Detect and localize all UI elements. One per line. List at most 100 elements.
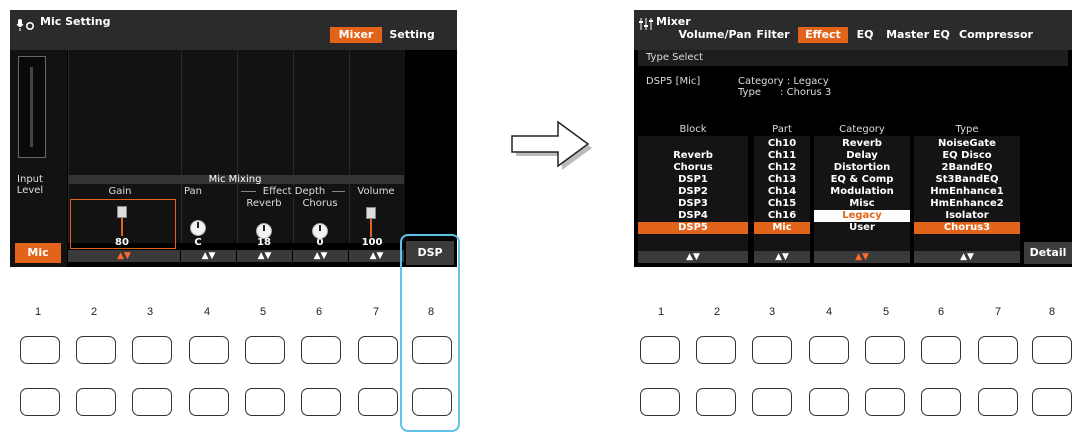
panel-number: 1 [34,306,42,318]
part-item[interactable]: Ch14 [754,186,810,198]
reverb-arrows[interactable]: ▲▼ [237,250,292,262]
mic-mixing-label: Mic Mixing [208,174,262,185]
part-item[interactable]: Ch13 [754,174,810,186]
type-item[interactable]: NoiseGate [914,138,1020,150]
category-item[interactable]: EQ & Comp [814,174,910,186]
hw-button-upper[interactable] [1032,336,1072,364]
hw-button-lower[interactable] [301,388,341,416]
category-item[interactable]: Modulation [814,186,910,198]
type-arrows[interactable]: ▲▼ [914,251,1020,263]
mic-button[interactable]: Mic [15,243,61,263]
hw-button-lower[interactable] [921,388,961,416]
block-list[interactable]: Reverb Chorus DSP1 DSP2 DSP3 DSP4 DSP5 [638,136,748,252]
detail-button[interactable]: Detail [1024,242,1072,264]
hw-button-lower[interactable] [189,388,229,416]
pan-knob-icon[interactable] [190,220,206,236]
block-item[interactable]: DSP2 [638,186,748,198]
type-item-selected[interactable]: Chorus3 [914,222,1020,234]
gain-arrows[interactable]: ▲▼ [68,250,180,262]
hw-button-upper[interactable] [978,336,1018,364]
part-item[interactable]: Ch16 [754,210,810,222]
pan-value: C [194,237,202,248]
panel-number: 7 [372,306,380,318]
hw-button-lower[interactable] [752,388,792,416]
hw-button-upper[interactable] [358,336,398,364]
hw-button-upper[interactable] [189,336,229,364]
hw-button-upper[interactable] [20,336,60,364]
hw-button-lower[interactable] [865,388,905,416]
part-item[interactable]: Ch15 [754,198,810,210]
hw-button-lower[interactable] [640,388,680,416]
hw-button-upper[interactable] [640,336,680,364]
input-level-meter [18,56,46,158]
hw-button-lower[interactable] [20,388,60,416]
hw-button-upper[interactable] [301,336,341,364]
hw-button-upper[interactable] [809,336,849,364]
hw-button-upper[interactable] [412,336,452,364]
type-item[interactable]: 2BandEQ [914,162,1020,174]
block-item[interactable]: Reverb [638,150,748,162]
type-item[interactable]: HmEnhance1 [914,186,1020,198]
pan-arrows[interactable]: ▲▼ [181,250,236,262]
block-item[interactable]: Chorus [638,162,748,174]
category-item-selected[interactable]: Legacy [814,210,910,222]
tab-effect[interactable]: Effect [798,27,848,43]
part-header: Part [772,124,792,135]
category-list[interactable]: Reverb Delay Distortion EQ & Comp Modula… [814,136,910,252]
type-item[interactable]: St3BandEQ [914,174,1020,186]
block-item[interactable]: DSP4 [638,210,748,222]
tab-master-eq[interactable]: Master EQ [882,27,954,43]
category-item[interactable]: Reverb [814,138,910,150]
hw-button-lower[interactable] [245,388,285,416]
hw-button-upper[interactable] [132,336,172,364]
category-item[interactable]: Distortion [814,162,910,174]
part-item[interactable]: Ch11 [754,150,810,162]
tab-setting[interactable]: Setting [384,27,440,43]
block-item-selected[interactable]: DSP5 [638,222,748,234]
column-bg-chorus [293,50,349,243]
part-item[interactable]: Ch12 [754,162,810,174]
category-item[interactable]: Delay [814,150,910,162]
tab-volume-pan[interactable]: Volume/Pan [678,27,752,43]
hw-button-upper[interactable] [245,336,285,364]
volume-label: Volume [357,186,395,197]
block-arrows[interactable]: ▲▼ [638,251,748,263]
category-arrows[interactable]: ▲▼ [814,251,910,263]
block-item[interactable]: DSP3 [638,198,748,210]
type-list[interactable]: NoiseGate EQ Disco 2BandEQ St3BandEQ HmE… [914,136,1020,252]
volume-fader-handle[interactable] [366,207,376,219]
hw-button-upper[interactable] [76,336,116,364]
tab-mixer[interactable]: Mixer [330,27,382,43]
left-screen: Mic Setting Mixer Setting Input Level Mi… [10,10,457,267]
hw-button-lower[interactable] [978,388,1018,416]
tab-compressor[interactable]: Compressor [956,27,1036,43]
hw-button-upper[interactable] [696,336,736,364]
part-arrows[interactable]: ▲▼ [754,251,810,263]
category-item[interactable]: User [814,222,910,234]
hw-button-lower[interactable] [412,388,452,416]
type-item[interactable]: EQ Disco [914,150,1020,162]
chorus-arrows[interactable]: ▲▼ [293,250,348,262]
hw-button-lower[interactable] [358,388,398,416]
tab-eq[interactable]: EQ [850,27,880,43]
hw-button-upper[interactable] [752,336,792,364]
hw-button-lower[interactable] [696,388,736,416]
block-item[interactable]: DSP1 [638,174,748,186]
type-item[interactable]: Isolator [914,210,1020,222]
hw-button-lower[interactable] [809,388,849,416]
part-item-selected[interactable]: Mic [754,222,810,234]
gain-fader-handle[interactable] [117,206,127,218]
volume-arrows[interactable]: ▲▼ [349,250,404,262]
category-item[interactable]: Misc [814,198,910,210]
block-item[interactable] [638,138,748,150]
hw-button-upper[interactable] [921,336,961,364]
hw-button-lower[interactable] [1032,388,1072,416]
hw-button-upper[interactable] [865,336,905,364]
part-item[interactable]: Ch10 [754,138,810,150]
part-list[interactable]: Ch10 Ch11 Ch12 Ch13 Ch14 Ch15 Ch16 Mic [754,136,810,252]
hw-button-lower[interactable] [76,388,116,416]
type-header: Type [955,124,979,135]
tab-filter[interactable]: Filter [752,27,794,43]
type-item[interactable]: HmEnhance2 [914,198,1020,210]
hw-button-lower[interactable] [132,388,172,416]
